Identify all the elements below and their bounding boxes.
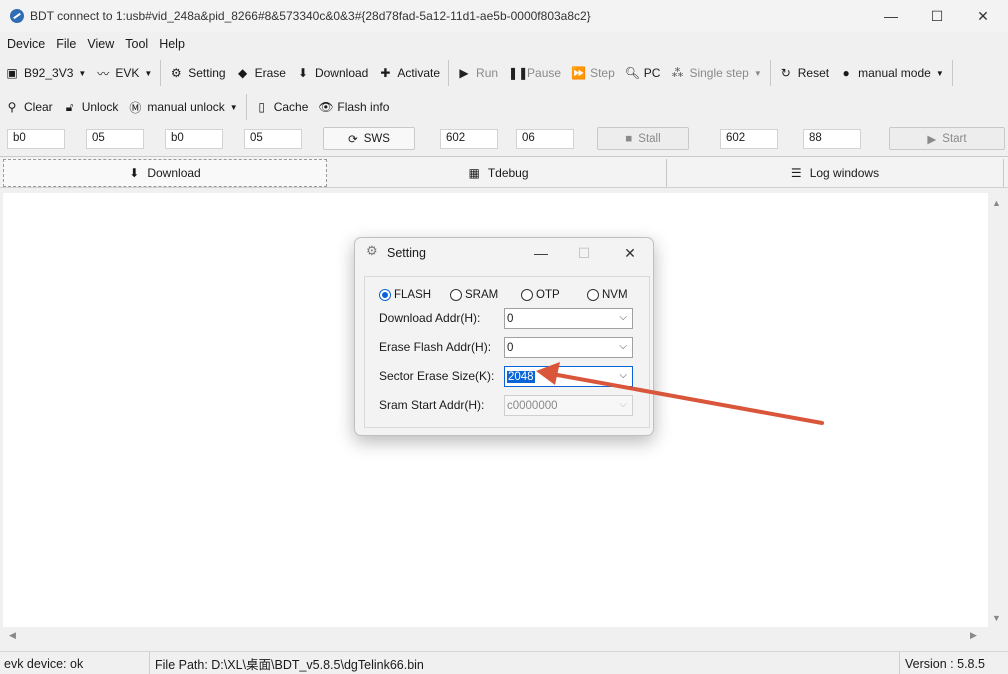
arrow-shaft bbox=[550, 372, 824, 425]
annotation-arrow bbox=[536, 362, 824, 425]
arrow-head bbox=[536, 362, 560, 385]
